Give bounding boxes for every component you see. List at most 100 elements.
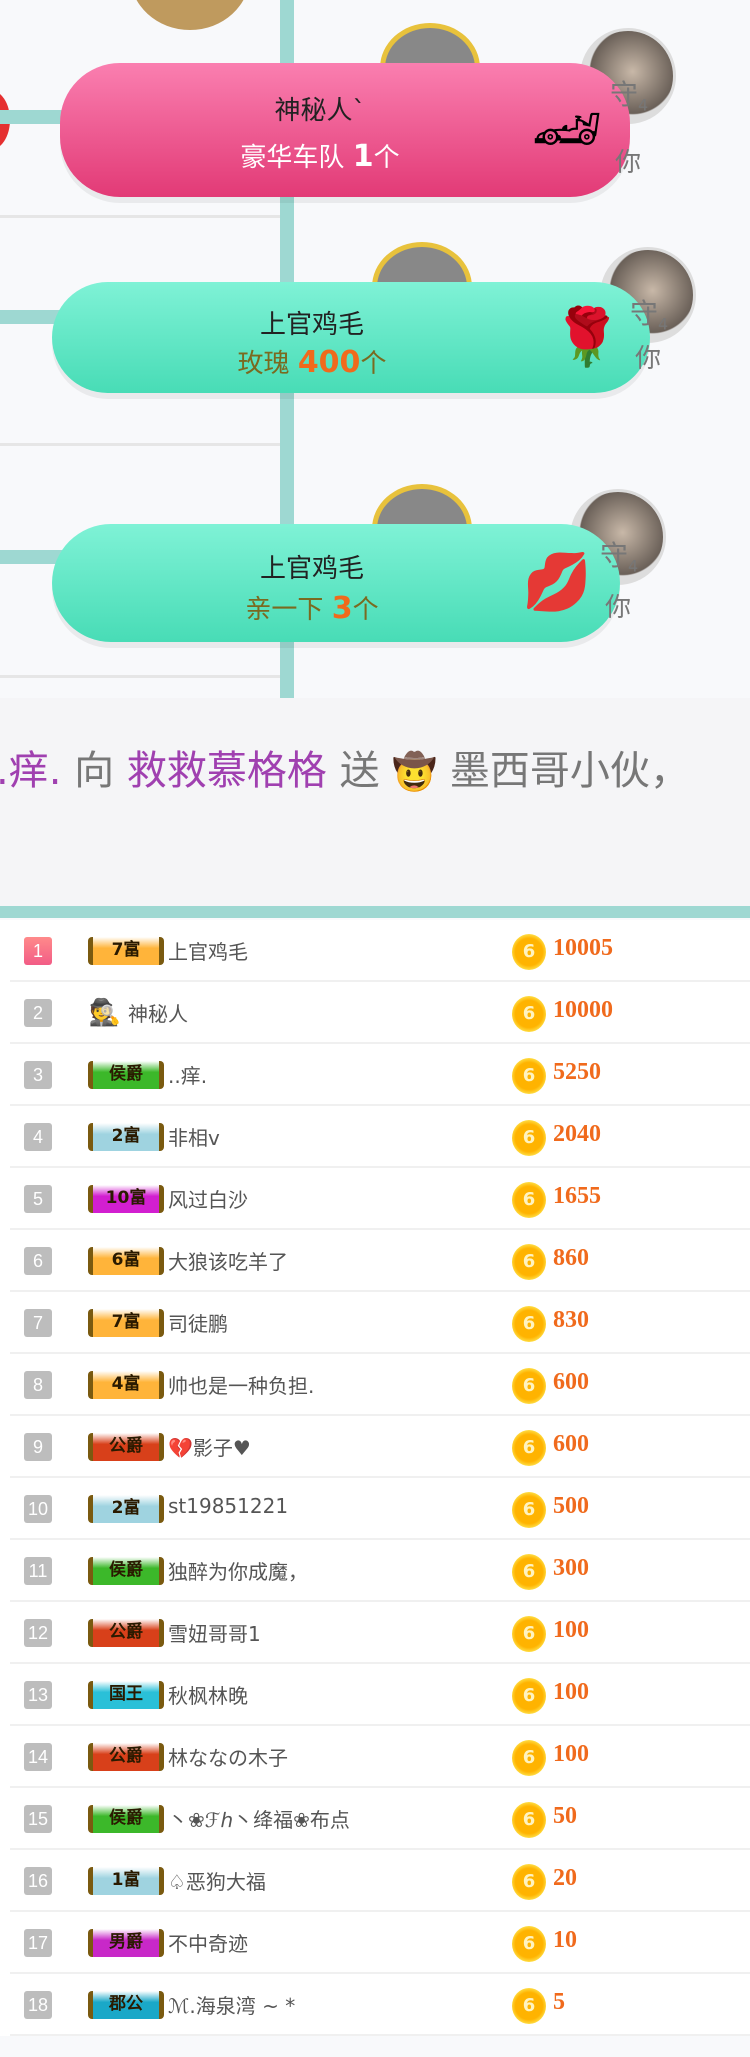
- ranking-row[interactable]: 12 公爵 雪妞哥哥1 6 100: [10, 1602, 750, 1664]
- rank-badge: 2富: [88, 1123, 164, 1151]
- ranking-row[interactable]: 15 侯爵 丶❀ℱℎ丶绛福❀布点 6 50: [10, 1788, 750, 1850]
- contribution-amount: 5: [553, 1989, 565, 2015]
- gift-unit: 个: [352, 594, 379, 625]
- rank-badge: 公爵: [88, 1433, 164, 1461]
- user-name[interactable]: 💔影子♥: [168, 1432, 251, 1461]
- guard-icon: 守4: [600, 539, 639, 576]
- rank-badge: 6富: [88, 1247, 164, 1275]
- gift-count: 3: [331, 590, 353, 626]
- ranking-row[interactable]: 6 6富 大狼该吃羊了 6 860: [10, 1230, 750, 1292]
- ranking-row[interactable]: 7 7富 司徒鹏 6 830: [10, 1292, 750, 1354]
- ticker-receiver[interactable]: 救救慕格格: [127, 748, 327, 794]
- ranking-list: 1 7富 上官鸡毛 6 10005 2 🕵 神秘人 6 10000 3 侯爵 .…: [0, 920, 750, 2036]
- rank-number: 18: [24, 1991, 52, 2019]
- rank-number: 2: [24, 999, 52, 1027]
- rank-badge: 侯爵: [88, 1061, 164, 1089]
- guard-sub: 你: [635, 344, 662, 374]
- rank-number: 9: [24, 1433, 52, 1461]
- user-name[interactable]: 独醉为你成魔，: [168, 1556, 308, 1585]
- section-divider: [0, 906, 750, 918]
- rank-badge: 公爵: [88, 1743, 164, 1771]
- contribution-amount: 600: [553, 1431, 589, 1457]
- guard-icon: 守4: [610, 78, 649, 115]
- user-name[interactable]: 不中奇迹: [168, 1928, 248, 1957]
- coin-icon: 6: [512, 1368, 546, 1404]
- ranking-row[interactable]: 8 4富 帅也是一种负担. 6 600: [10, 1354, 750, 1416]
- user-name[interactable]: 风过白沙: [168, 1184, 248, 1213]
- guard-sub: 你: [605, 593, 632, 623]
- gift-name: 亲一下: [245, 594, 324, 625]
- user-name[interactable]: 神秘人: [128, 998, 188, 1027]
- rank-number: 3: [24, 1061, 52, 1089]
- rank-badge: 7富: [88, 1309, 164, 1337]
- coin-icon: 6: [512, 1430, 546, 1466]
- guard-icon: 守4: [630, 297, 669, 334]
- divider: [0, 675, 280, 678]
- rank-number: 5: [24, 1185, 52, 1213]
- contribution-amount: 100: [553, 1617, 589, 1643]
- user-name[interactable]: ..痒.: [168, 1060, 207, 1089]
- mexican-guy-icon: 🤠: [392, 752, 438, 793]
- ranking-row[interactable]: 1 7富 上官鸡毛 6 10005: [10, 920, 750, 982]
- contribution-amount: 1655: [553, 1183, 601, 1209]
- ranking-row[interactable]: 13 国王 秋枫林晚 6 100: [10, 1664, 750, 1726]
- rank-number: 8: [24, 1371, 52, 1399]
- ticker-gift: 墨西哥小伙，: [449, 748, 690, 794]
- rank-badge: 男爵: [88, 1929, 164, 1957]
- coin-icon: 6: [512, 1244, 546, 1280]
- mystery-person-icon: 🕵: [88, 998, 122, 1028]
- ranking-row[interactable]: 11 侯爵 独醉为你成魔， 6 300: [10, 1540, 750, 1602]
- user-name[interactable]: ℳ.海泉湾 ~ *: [168, 1990, 295, 2019]
- user-name[interactable]: 秋枫林晚: [168, 1680, 248, 1709]
- ticker-to: 向: [74, 748, 115, 794]
- rank-badge: 侯爵: [88, 1805, 164, 1833]
- ranking-row[interactable]: 14 公爵 林ななの木子 6 100: [10, 1726, 750, 1788]
- contribution-amount: 20: [553, 1865, 577, 1891]
- user-name[interactable]: st19851221: [168, 1494, 288, 1518]
- rank-number: 6: [24, 1247, 52, 1275]
- ticker-sender[interactable]: .痒.: [0, 748, 61, 794]
- gift-name: 豪华车队: [240, 142, 345, 173]
- user-name[interactable]: 大狼该吃羊了: [168, 1246, 288, 1275]
- contribution-amount: 500: [553, 1493, 589, 1519]
- coin-icon: 6: [512, 1678, 546, 1714]
- ranking-row[interactable]: 3 侯爵 ..痒. 6 5250: [10, 1044, 750, 1106]
- gift-banner: 上官鸡毛 亲一下 3个 💋: [52, 524, 620, 642]
- rank-number: 4: [24, 1123, 52, 1151]
- gift-banner: 上官鸡毛 玫瑰 400个 🌹: [52, 282, 650, 393]
- ranking-row[interactable]: 10 2富 st19851221 6 500: [10, 1478, 750, 1540]
- rank-number: 11: [24, 1557, 52, 1585]
- user-name[interactable]: 非相v: [168, 1122, 220, 1151]
- ranking-row[interactable]: 4 2富 非相v 6 2040: [10, 1106, 750, 1168]
- gift-ticker: .痒. 向 救救慕格格 送 🤠 墨西哥小伙，: [0, 698, 750, 906]
- coin-icon: 6: [512, 1926, 546, 1962]
- coin-icon: 6: [512, 1864, 546, 1900]
- balloon-decoration: [130, 0, 250, 30]
- user-name[interactable]: 雪妞哥哥1: [168, 1618, 261, 1647]
- user-name[interactable]: 帅也是一种负担.: [168, 1370, 314, 1399]
- user-name[interactable]: 丶❀ℱℎ丶绛福❀布点: [168, 1804, 350, 1833]
- rank-number: 15: [24, 1805, 52, 1833]
- rank-number: 17: [24, 1929, 52, 1957]
- user-name[interactable]: ♤恶狗大福: [168, 1866, 266, 1895]
- ranking-row[interactable]: 18 郡公 ℳ.海泉湾 ~ * 6 5: [10, 1974, 750, 2036]
- user-name[interactable]: 林ななの木子: [168, 1742, 288, 1771]
- rank-number: 1: [24, 937, 52, 965]
- divider: [0, 443, 280, 446]
- coin-icon: 6: [512, 934, 546, 970]
- ranking-row[interactable]: 17 男爵 不中奇迹 6 10: [10, 1912, 750, 1974]
- ranking-row[interactable]: 5 10富 风过白沙 6 1655: [10, 1168, 750, 1230]
- coin-icon: 6: [512, 1740, 546, 1776]
- divider: [0, 215, 280, 218]
- gift-line: 豪华车队 1个: [60, 137, 580, 174]
- contribution-amount: 100: [553, 1679, 589, 1705]
- ranking-row[interactable]: 2 🕵 神秘人 6 10000: [10, 982, 750, 1044]
- ranking-row[interactable]: 9 公爵 💔影子♥ 6 600: [10, 1416, 750, 1478]
- gift-count: 1: [352, 138, 374, 174]
- rank-number: 12: [24, 1619, 52, 1647]
- ranking-row[interactable]: 16 1富 ♤恶狗大福 6 20: [10, 1850, 750, 1912]
- user-name[interactable]: 司徒鹏: [168, 1308, 228, 1337]
- gift-sender: 上官鸡毛: [259, 310, 364, 341]
- user-name[interactable]: 上官鸡毛: [168, 936, 248, 965]
- contribution-amount: 300: [553, 1555, 589, 1581]
